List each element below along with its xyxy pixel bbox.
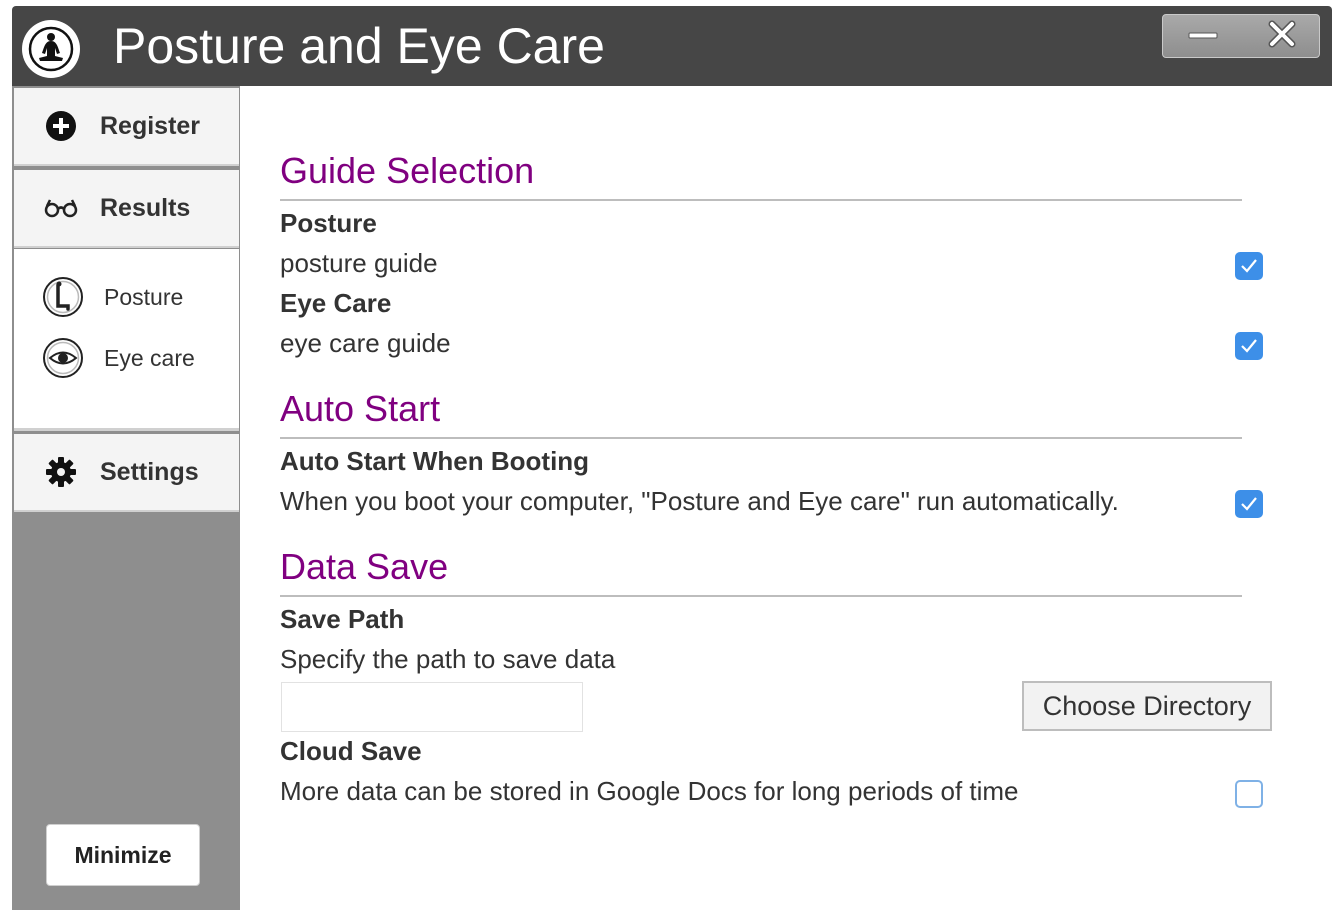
section-divider: [280, 437, 1242, 439]
sidebar: Register Results Posture Eye care Settin…: [12, 86, 240, 910]
save-path-desc: Specify the path to save data: [280, 644, 616, 674]
sidebar-item-settings[interactable]: Settings: [14, 434, 239, 512]
sidebar-item-results[interactable]: Results: [14, 170, 239, 248]
choose-directory-button[interactable]: Choose Directory: [1022, 681, 1272, 731]
window-close-button[interactable]: [1242, 15, 1321, 57]
save-path-input[interactable]: [281, 682, 583, 732]
settings-content: Guide Selection Posture posture guide Ey…: [240, 86, 1332, 910]
sidebar-item-label: Results: [100, 193, 191, 222]
plus-circle-icon: [44, 109, 78, 143]
title-bar[interactable]: Posture and Eye Care: [12, 6, 1332, 86]
sidebar-subitem-posture[interactable]: Posture: [14, 272, 239, 322]
minimize-icon: [1188, 27, 1218, 45]
sidebar-subitem-eye-care[interactable]: Eye care: [14, 333, 239, 383]
sidebar-subitem-label: Posture: [104, 283, 184, 310]
posture-guide-checkbox[interactable]: [1235, 252, 1263, 280]
posture-title: Posture: [280, 208, 377, 238]
sidebar-subitem-label: Eye care: [104, 344, 195, 371]
sidebar-item-label: Register: [100, 111, 201, 140]
minimize-button[interactable]: Minimize: [46, 824, 200, 886]
gear-icon: [44, 455, 78, 489]
eye-care-desc: eye care guide: [280, 328, 451, 358]
eye-care-title: Eye Care: [280, 288, 392, 318]
window-minimize-button[interactable]: [1163, 15, 1242, 57]
eye-care-guide-checkbox[interactable]: [1235, 332, 1263, 360]
eye-icon: [42, 337, 84, 379]
auto-start-checkbox[interactable]: [1235, 490, 1263, 518]
section-divider: [280, 595, 1242, 597]
window-controls: [1162, 14, 1320, 58]
cloud-save-checkbox[interactable]: [1235, 780, 1263, 808]
save-path-title: Save Path: [280, 604, 405, 634]
auto-start-title: Auto Start When Booting: [280, 446, 590, 476]
section-title-guide-selection: Guide Selection: [280, 150, 535, 191]
glasses-icon: [44, 191, 78, 225]
sidebar-item-label: Settings: [100, 457, 199, 486]
results-submenu: Posture Eye care: [14, 249, 239, 431]
app-window: Posture and Eye Care Register Results Po…: [12, 6, 1332, 910]
cloud-save-desc: More data can be stored in Google Docs f…: [280, 776, 1019, 806]
posture-icon: [42, 276, 84, 318]
auto-start-desc: When you boot your computer, "Posture an…: [280, 486, 1119, 516]
section-title-auto-start: Auto Start: [280, 388, 441, 429]
cloud-save-title: Cloud Save: [280, 736, 422, 766]
close-icon: [1268, 20, 1296, 53]
sidebar-item-register[interactable]: Register: [14, 88, 239, 166]
meditation-icon: [22, 20, 80, 78]
section-title-data-save: Data Save: [280, 546, 449, 587]
posture-desc: posture guide: [280, 248, 438, 278]
window-title: Posture and Eye Care: [113, 18, 605, 74]
section-divider: [280, 199, 1242, 201]
